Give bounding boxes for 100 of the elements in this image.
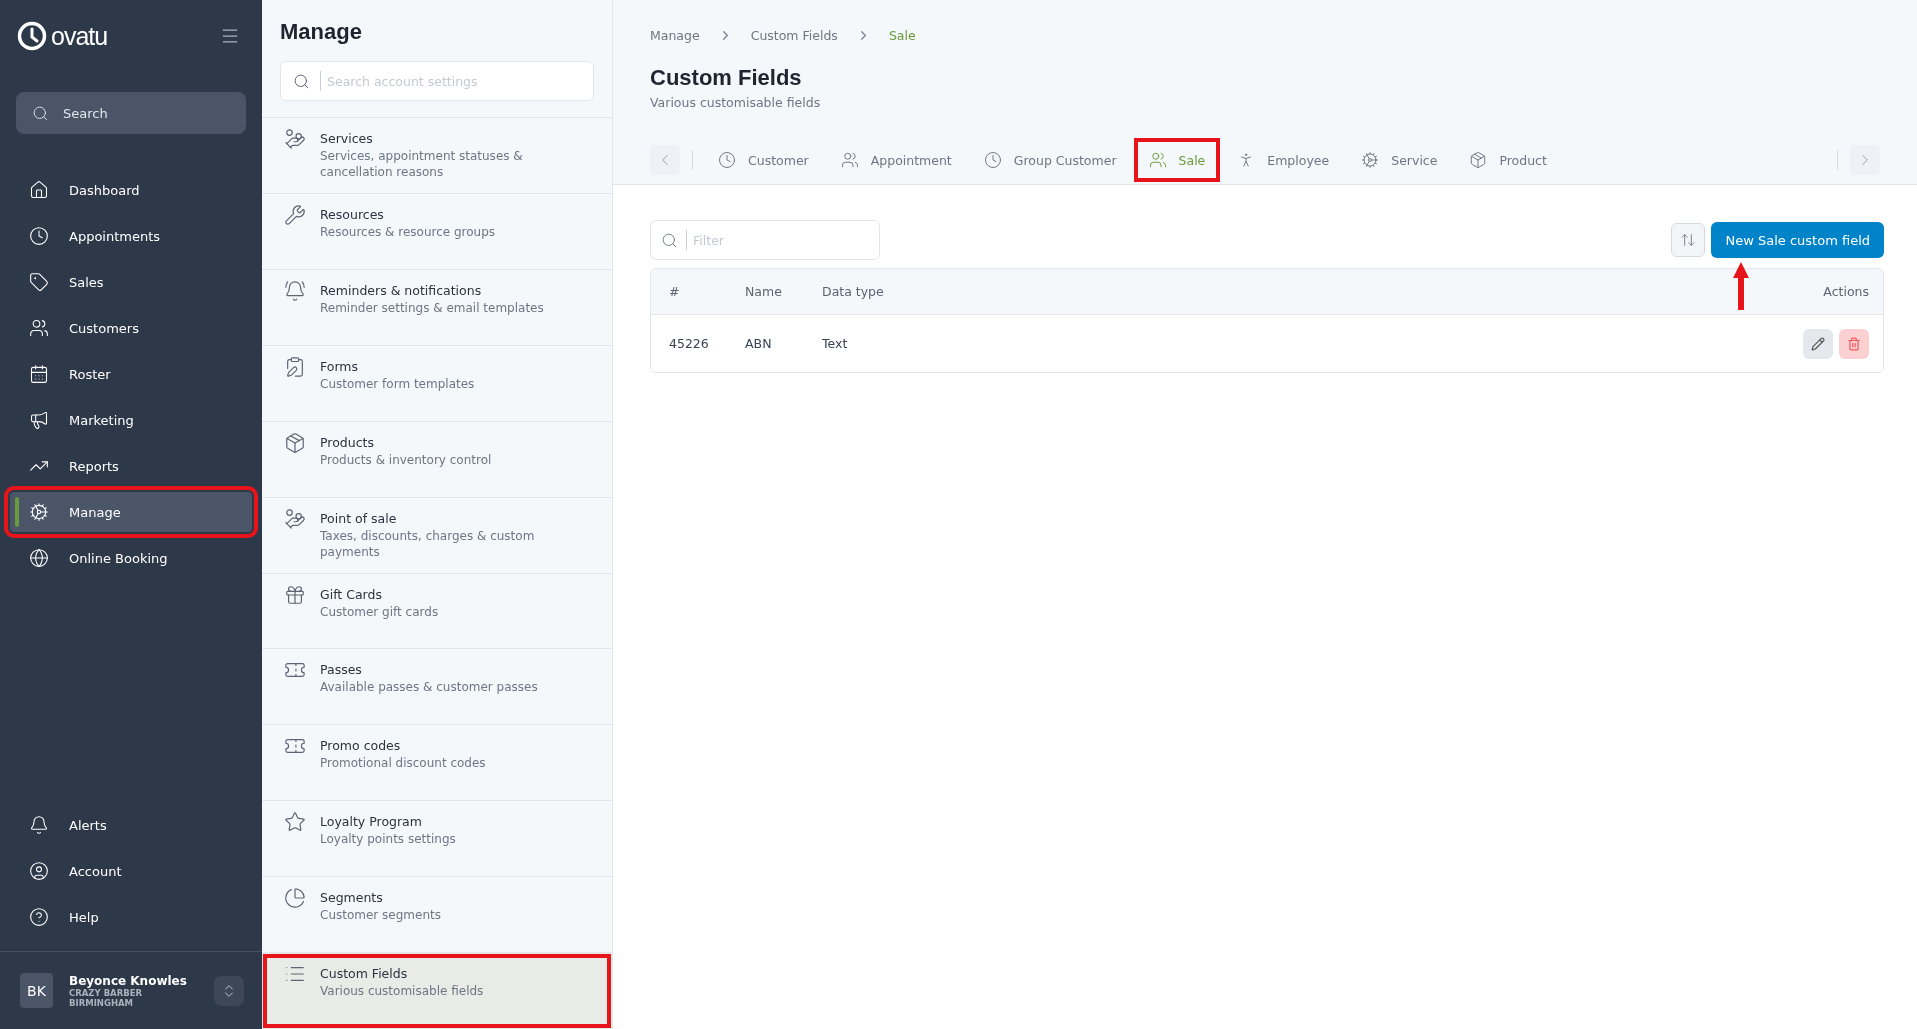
settings-item-title: Point of sale [320,510,398,526]
settings-item[interactable]: Reminders & notifications Reminder settings & email templates [262,269,612,346]
table-cell-text: 45226 [669,336,710,351]
tab[interactable]: Customer [705,140,822,180]
settings-item-description: Customer gift cards [320,603,440,620]
business-name: CRAZY BARBER BIRMINGHAM [69,987,144,1008]
reorder-icon [1680,232,1697,248]
page-title: Custom Fields [650,65,803,91]
nav-item[interactable]: Customers [10,308,252,348]
nav-icon [29,318,49,338]
nav-icon [29,907,49,927]
page-subtitle: Various customisable fields [650,95,822,110]
settings-item-title: Products [320,434,375,450]
panel-title: Manage [280,19,363,45]
nav-icon [29,502,49,522]
tab-icon [840,151,859,169]
nav-item[interactable]: Sales [10,262,252,302]
nav-icon [29,815,49,835]
settings-item[interactable]: Point of sale Taxes, discounts, charges & custom payments [262,497,612,574]
nav-icon [29,364,49,384]
settings-item-title: Resources [320,206,385,222]
column-header: Data type [822,284,885,299]
tab-icon [1361,151,1380,169]
tab-icon [1148,151,1167,169]
settings-item-description: Customer segments [320,907,442,924]
settings-item-description: Products & inventory control [320,451,493,468]
nav-item[interactable]: Marketing [10,400,252,440]
tab[interactable]: Group Customer [970,140,1130,180]
settings-item-description: Customer form templates [320,375,476,392]
settings-search-box[interactable]: Search account settings [280,61,594,101]
filter-field[interactable]: Filter [686,230,869,250]
reorder-button[interactable] [1671,223,1706,257]
settings-item-description: Promotional discount codes [320,755,487,772]
breadcrumb-link[interactable]: Manage [650,28,700,43]
settings-search-field[interactable]: Search account settings [320,71,581,91]
nav-item[interactable]: Appointments [10,216,252,256]
nav-item[interactable]: Online Booking [10,538,252,578]
settings-item-title: Passes [320,662,363,678]
settings-item[interactable]: Resources Resources & resource groups [262,193,612,270]
ovatu-logo: ovatu [17,21,108,51]
settings-item[interactable]: Loyalty Program Loyalty points settings [262,801,612,878]
nav-icon [29,548,49,568]
tab[interactable]: Product [1456,140,1560,180]
settings-item-title: Loyalty Program [320,814,423,830]
settings-item-description: Reminder settings & email templates [320,299,545,316]
nav-item[interactable]: Help [10,897,252,937]
tab[interactable]: Employee [1224,140,1343,180]
settings-item[interactable]: Custom Fields Various customisable fields [262,953,612,1029]
table-cell-text: Text [822,336,849,351]
search-icon [293,72,310,90]
nav-icon [29,180,49,200]
nav-icon [29,410,49,430]
search-icon [32,104,49,122]
nav-item[interactable]: Alerts [10,805,252,845]
settings-item-title: Promo codes [320,738,402,754]
settings-item-title: Custom Fields [320,966,409,982]
nav-icon [29,272,49,292]
tab-icon [983,151,1002,169]
settings-icon [284,203,306,226]
nav-item[interactable]: Dashboard [10,170,252,210]
settings-item[interactable]: Services Services, appointment statuses & cancellation reasons [262,118,612,194]
settings-item-title: Gift Cards [320,586,383,602]
column-header: Actions [1823,284,1869,299]
settings-item-title: Forms [320,358,359,374]
settings-item[interactable]: Passes Available passes & customer passes [262,649,612,726]
settings-item[interactable]: Forms Customer form templates [262,345,612,422]
tab[interactable]: Service [1348,140,1451,180]
settings-item-title: Reminders & notifications [320,282,483,298]
settings-icon [284,583,306,606]
settings-item-title: Services [320,131,374,146]
nav-icon [29,861,49,881]
column-header: Name [745,284,783,299]
table-cell-text: ABN [745,336,773,351]
account-switch-button[interactable] [214,975,244,1006]
settings-icon [284,431,306,454]
settings-item-description: Various customisable fields [320,983,485,1000]
settings-item-title: Segments [320,890,384,906]
tab-icon [1469,151,1488,169]
column-header: # [669,284,681,299]
tab[interactable]: Appointment [827,140,965,180]
nav-item[interactable]: Reports [10,446,252,486]
user-name: Beyonce Knowles [69,973,188,988]
nav-item[interactable]: Account [10,851,252,891]
settings-item-description: Loyalty points settings [320,831,457,848]
settings-item-description: Available passes & customer passes [320,679,539,696]
nav-icon [29,226,49,246]
settings-item-description: Taxes, discounts, charges & custom payments [320,527,536,560]
breadcrumb-link[interactable]: Custom Fields [750,28,838,43]
settings-item[interactable]: Gift Cards Customer gift cards [262,573,612,650]
nav-item[interactable]: Roster [10,354,252,394]
delete-button[interactable] [1839,328,1869,359]
settings-item[interactable]: Products Products & inventory control [262,421,612,498]
settings-item[interactable]: Promo codes Promotional discount codes [262,725,612,802]
settings-icon [284,507,306,530]
tab-icon [718,151,736,169]
edit-button[interactable] [1803,328,1833,359]
filter-box[interactable]: Filter [650,220,880,260]
pencil-icon [1811,336,1825,351]
settings-icon [284,887,306,910]
search-button[interactable]: Search [16,92,246,134]
